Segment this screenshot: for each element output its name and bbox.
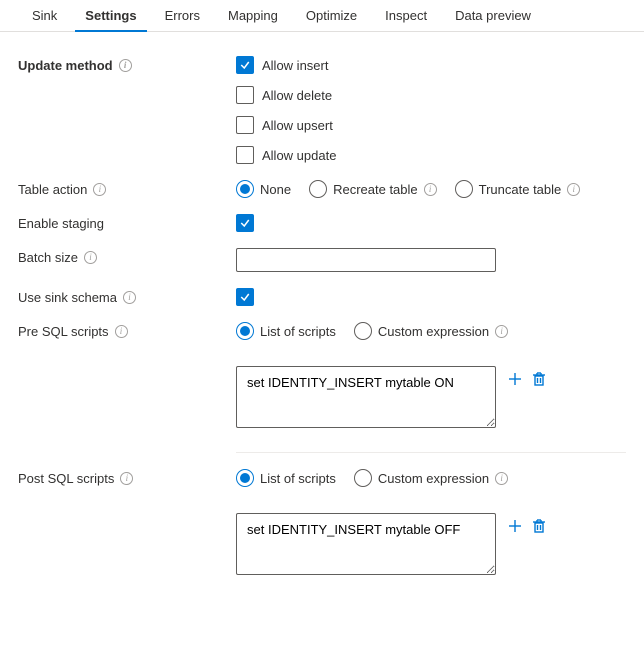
pre-sql-list-radio[interactable] [236, 322, 254, 340]
divider [236, 452, 626, 453]
table-action-none-label: None [260, 182, 291, 197]
info-icon[interactable] [115, 325, 128, 338]
allow-delete-checkbox[interactable] [236, 86, 254, 104]
post-sql-script-input[interactable] [236, 513, 496, 575]
tab-optimize[interactable]: Optimize [292, 0, 371, 31]
allow-update-checkbox[interactable] [236, 146, 254, 164]
allow-upsert-label: Allow upsert [262, 118, 333, 133]
tab-mapping[interactable]: Mapping [214, 0, 292, 31]
tab-sink[interactable]: Sink [18, 0, 71, 31]
allow-insert-label: Allow insert [262, 58, 328, 73]
allow-delete-label: Allow delete [262, 88, 332, 103]
pre-sql-list-label: List of scripts [260, 324, 336, 339]
allow-insert-checkbox[interactable] [236, 56, 254, 74]
batch-size-input[interactable] [236, 248, 496, 272]
allow-upsert-checkbox[interactable] [236, 116, 254, 134]
pre-sql-label: Pre SQL scripts [18, 322, 236, 339]
update-method-label: Update method [18, 56, 236, 73]
post-sql-list-label: List of scripts [260, 471, 336, 486]
label-text: Table action [18, 182, 87, 197]
batch-size-label: Batch size [18, 248, 236, 265]
tab-data-preview[interactable]: Data preview [441, 0, 545, 31]
delete-icon[interactable] [530, 517, 548, 535]
info-icon[interactable] [93, 183, 106, 196]
table-action-truncate-label: Truncate table [479, 182, 562, 197]
settings-form: Update method Allow insert Allow delete … [0, 32, 644, 621]
label-text: Use sink schema [18, 290, 117, 305]
allow-update-label: Allow update [262, 148, 336, 163]
tab-errors[interactable]: Errors [151, 0, 214, 31]
post-sql-custom-radio[interactable] [354, 469, 372, 487]
plus-icon[interactable] [506, 370, 524, 388]
info-icon[interactable] [119, 59, 132, 72]
label-text: Pre SQL scripts [18, 324, 109, 339]
plus-icon[interactable] [506, 517, 524, 535]
table-action-recreate-label: Recreate table [333, 182, 418, 197]
info-icon[interactable] [567, 183, 580, 196]
pre-sql-custom-label: Custom expression [378, 324, 489, 339]
pre-sql-script-input[interactable] [236, 366, 496, 428]
label-text: Batch size [18, 250, 78, 265]
pre-sql-custom-radio[interactable] [354, 322, 372, 340]
enable-staging-checkbox[interactable] [236, 214, 254, 232]
info-icon[interactable] [120, 472, 133, 485]
info-icon[interactable] [123, 291, 136, 304]
info-icon[interactable] [424, 183, 437, 196]
use-sink-schema-label: Use sink schema [18, 288, 236, 305]
label-text: Enable staging [18, 216, 104, 231]
enable-staging-label: Enable staging [18, 214, 236, 231]
tab-settings[interactable]: Settings [71, 0, 150, 31]
tab-inspect[interactable]: Inspect [371, 0, 441, 31]
delete-icon[interactable] [530, 370, 548, 388]
tab-bar: Sink Settings Errors Mapping Optimize In… [0, 0, 644, 32]
post-sql-label: Post SQL scripts [18, 469, 236, 486]
post-sql-custom-label: Custom expression [378, 471, 489, 486]
info-icon[interactable] [495, 325, 508, 338]
label-text: Update method [18, 58, 113, 73]
label-text: Post SQL scripts [18, 471, 114, 486]
use-sink-schema-checkbox[interactable] [236, 288, 254, 306]
table-action-truncate-radio[interactable] [455, 180, 473, 198]
info-icon[interactable] [495, 472, 508, 485]
info-icon[interactable] [84, 251, 97, 264]
table-action-none-radio[interactable] [236, 180, 254, 198]
table-action-label: Table action [18, 180, 236, 197]
table-action-recreate-radio[interactable] [309, 180, 327, 198]
post-sql-list-radio[interactable] [236, 469, 254, 487]
